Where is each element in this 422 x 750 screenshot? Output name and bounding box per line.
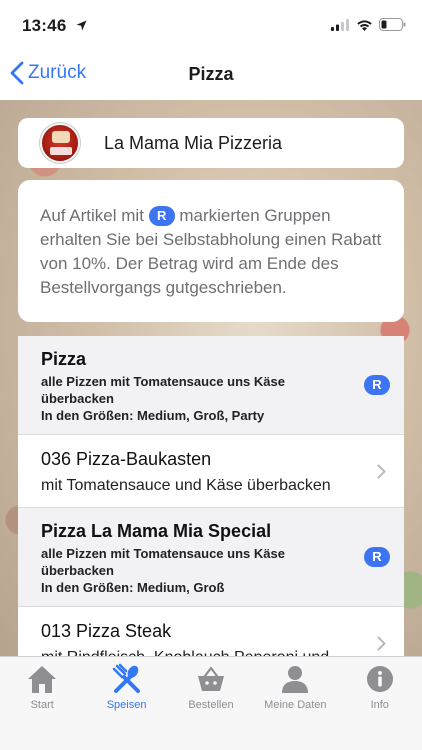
home-icon bbox=[28, 666, 57, 693]
item-description: mit Rindfleisch, Knoblauch,Peperoni und bbox=[41, 647, 364, 656]
chevron-right-icon bbox=[377, 464, 386, 479]
discount-badge: R bbox=[364, 547, 390, 567]
battery-icon bbox=[379, 18, 406, 31]
status-time: 13:46 bbox=[22, 16, 67, 35]
menu-list: Pizza alle Pizzen mit Tomatensauce uns K… bbox=[18, 336, 404, 656]
restaurant-logo bbox=[40, 123, 80, 163]
tab-label: Bestellen bbox=[188, 699, 234, 711]
group-title: Pizza bbox=[41, 349, 87, 369]
tab-info[interactable]: Info bbox=[338, 657, 422, 750]
tab-start[interactable]: Start bbox=[0, 657, 84, 750]
tab-bar: Start Speisen Bestellen Meine Daten Info bbox=[0, 656, 422, 750]
status-icons bbox=[331, 18, 406, 31]
content-area[interactable]: La Mama Mia Pizzeria Auf Artikel mit R m… bbox=[0, 100, 422, 656]
group-title: Pizza La Mama Mia Special bbox=[41, 521, 272, 541]
basket-icon bbox=[197, 666, 224, 691]
tab-label: Speisen bbox=[106, 699, 147, 711]
item-title: 036 Pizza-Baukasten bbox=[41, 449, 212, 469]
page-title: Pizza bbox=[188, 64, 234, 84]
info-icon bbox=[366, 666, 393, 692]
list-item-pizza-steak[interactable]: 013 Pizza Steak mit Rindfleisch, Knoblau… bbox=[18, 607, 404, 656]
tab-label: Info bbox=[370, 699, 389, 711]
tab-label: Start bbox=[30, 699, 54, 711]
wifi-icon bbox=[357, 19, 372, 31]
discount-badge: R bbox=[364, 375, 390, 395]
chevron-right-icon bbox=[377, 636, 386, 651]
signal-icon bbox=[331, 18, 349, 31]
location-arrow-icon bbox=[76, 20, 87, 31]
discount-info-card: Auf Artikel mit R markierten Gruppen erh… bbox=[18, 180, 404, 322]
restaurant-card: La Mama Mia Pizzeria bbox=[18, 118, 404, 168]
group-header-pizza: Pizza alle Pizzen mit Tomatensauce uns K… bbox=[18, 336, 404, 435]
item-title: 013 Pizza Steak bbox=[41, 621, 172, 641]
group-subtitle: alle Pizzen mit Tomatensauce uns Käse üb… bbox=[41, 374, 285, 406]
group-subtitle: alle Pizzen mit Tomatensauce uns Käse üb… bbox=[41, 546, 285, 578]
group-header-la-mama-mia-special: Pizza La Mama Mia Special alle Pizzen mi… bbox=[18, 508, 404, 607]
tab-meine-daten[interactable]: Meine Daten bbox=[253, 657, 337, 750]
tab-bestellen[interactable]: Bestellen bbox=[169, 657, 253, 750]
status-bar: 13:46 bbox=[0, 0, 422, 50]
list-item-pizza-baukasten[interactable]: 036 Pizza-Baukasten mit Tomatensauce und… bbox=[18, 435, 404, 508]
tab-label: Meine Daten bbox=[264, 699, 327, 711]
group-sizes: In den Größen: Medium, Groß bbox=[41, 580, 225, 595]
nav-bar: Zurück Pizza bbox=[0, 50, 422, 100]
person-icon bbox=[282, 666, 309, 693]
tab-speisen[interactable]: Speisen bbox=[84, 657, 168, 750]
restaurant-name: La Mama Mia Pizzeria bbox=[104, 132, 283, 153]
info-text-before: Auf Artikel mit bbox=[40, 206, 149, 225]
discount-badge: R bbox=[148, 206, 175, 226]
cutlery-icon bbox=[112, 663, 140, 693]
group-sizes: In den Größen: Medium, Groß, Party bbox=[41, 408, 265, 423]
item-description: mit Tomatensauce und Käse überbacken bbox=[41, 477, 331, 494]
